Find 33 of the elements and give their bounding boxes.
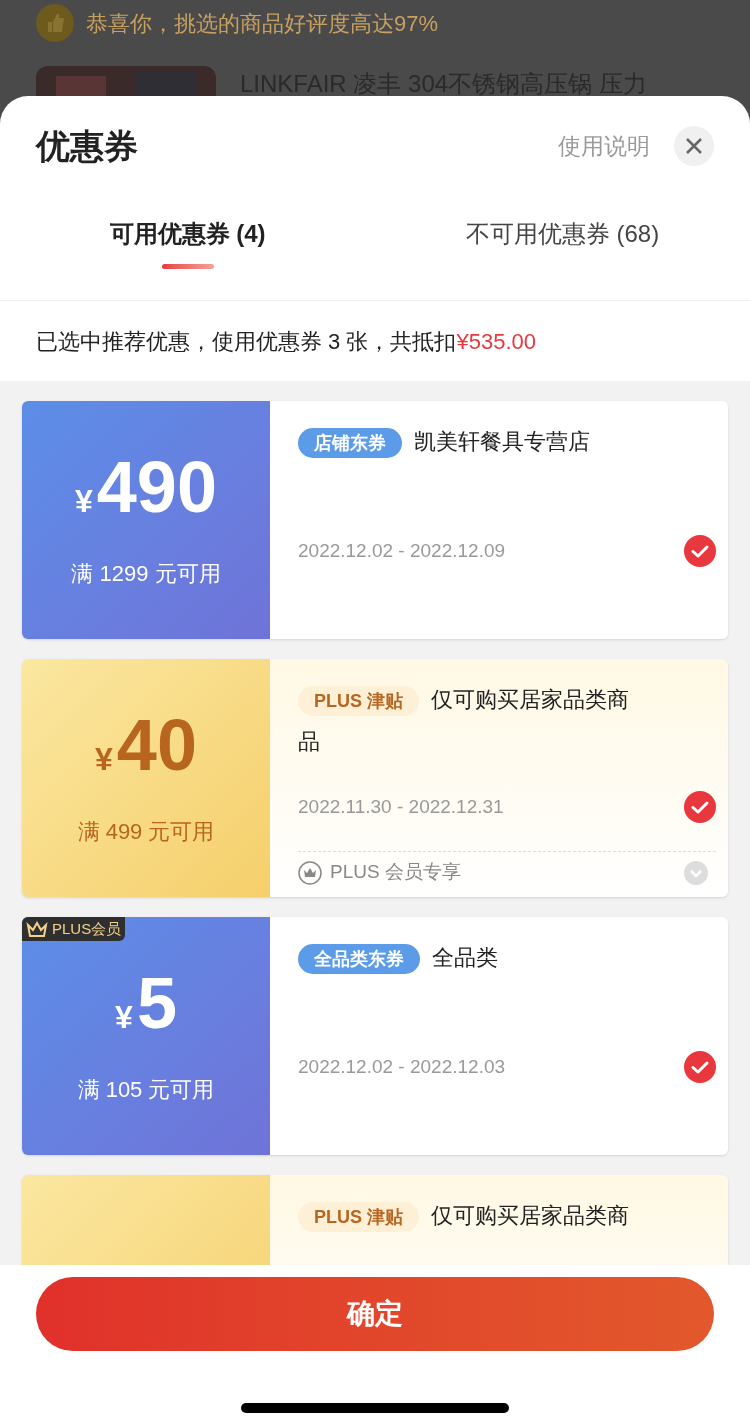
- checkmark-icon[interactable]: [684, 1051, 716, 1083]
- coupon-tag: PLUS 津贴: [298, 686, 419, 716]
- coupon-amount: ¥5: [115, 966, 177, 1041]
- coupon-tag: PLUS 津贴: [298, 1202, 419, 1232]
- tab[interactable]: 不可用优惠券 (68): [375, 216, 750, 300]
- badge-text: PLUS会员: [52, 918, 122, 939]
- coupon-dates: 2022.12.02 - 2022.12.09: [298, 538, 507, 563]
- coupon-title: PLUS 津贴 仅可购买居家品类商品: [298, 685, 630, 756]
- coupon-amount: ¥40: [95, 708, 197, 783]
- coupon-tag: 店铺东券: [298, 428, 402, 458]
- coupon-tag: 全品类东券: [298, 944, 420, 974]
- tab[interactable]: 可用优惠券 (4): [0, 216, 375, 300]
- coupon-condition: 满 1299 元可用: [71, 559, 221, 588]
- close-button[interactable]: [674, 126, 714, 166]
- coupon-title: 店铺东券 凯美轩餐具专营店: [298, 421, 716, 463]
- coupon-condition: 满 499 元可用: [77, 817, 215, 846]
- checkmark-icon[interactable]: [684, 535, 716, 567]
- summary-text: 已选中推荐优惠，使用优惠券 3 张，共抵扣¥535.00: [35, 327, 537, 356]
- coupon-footer-text: PLUS 会员专享: [330, 860, 462, 885]
- coupon-title: PLUS 津贴 仅可购买居家品类商: [298, 1195, 716, 1237]
- coupon-amount: ¥490: [75, 450, 217, 525]
- coupon-dates: 2022.11.30 - 2022.12.31: [298, 794, 505, 819]
- coupon-title: 全品类东券 全品类: [298, 937, 716, 979]
- confirm-button[interactable]: 确定: [36, 1277, 714, 1351]
- coupon-condition: 满 105 元可用: [77, 1075, 215, 1104]
- checkmark-icon[interactable]: [684, 791, 716, 823]
- crown-icon: [298, 860, 322, 885]
- banner-text: 恭喜你，挑选的商品好评度高达97%: [86, 9, 439, 38]
- close-icon: [685, 137, 703, 155]
- crown-icon: [26, 921, 48, 937]
- coupon-dates: 2022.12.02 - 2022.12.03: [298, 1054, 507, 1079]
- thumbs-up-icon: [36, 4, 74, 42]
- sheet-title: 优惠券: [36, 125, 138, 167]
